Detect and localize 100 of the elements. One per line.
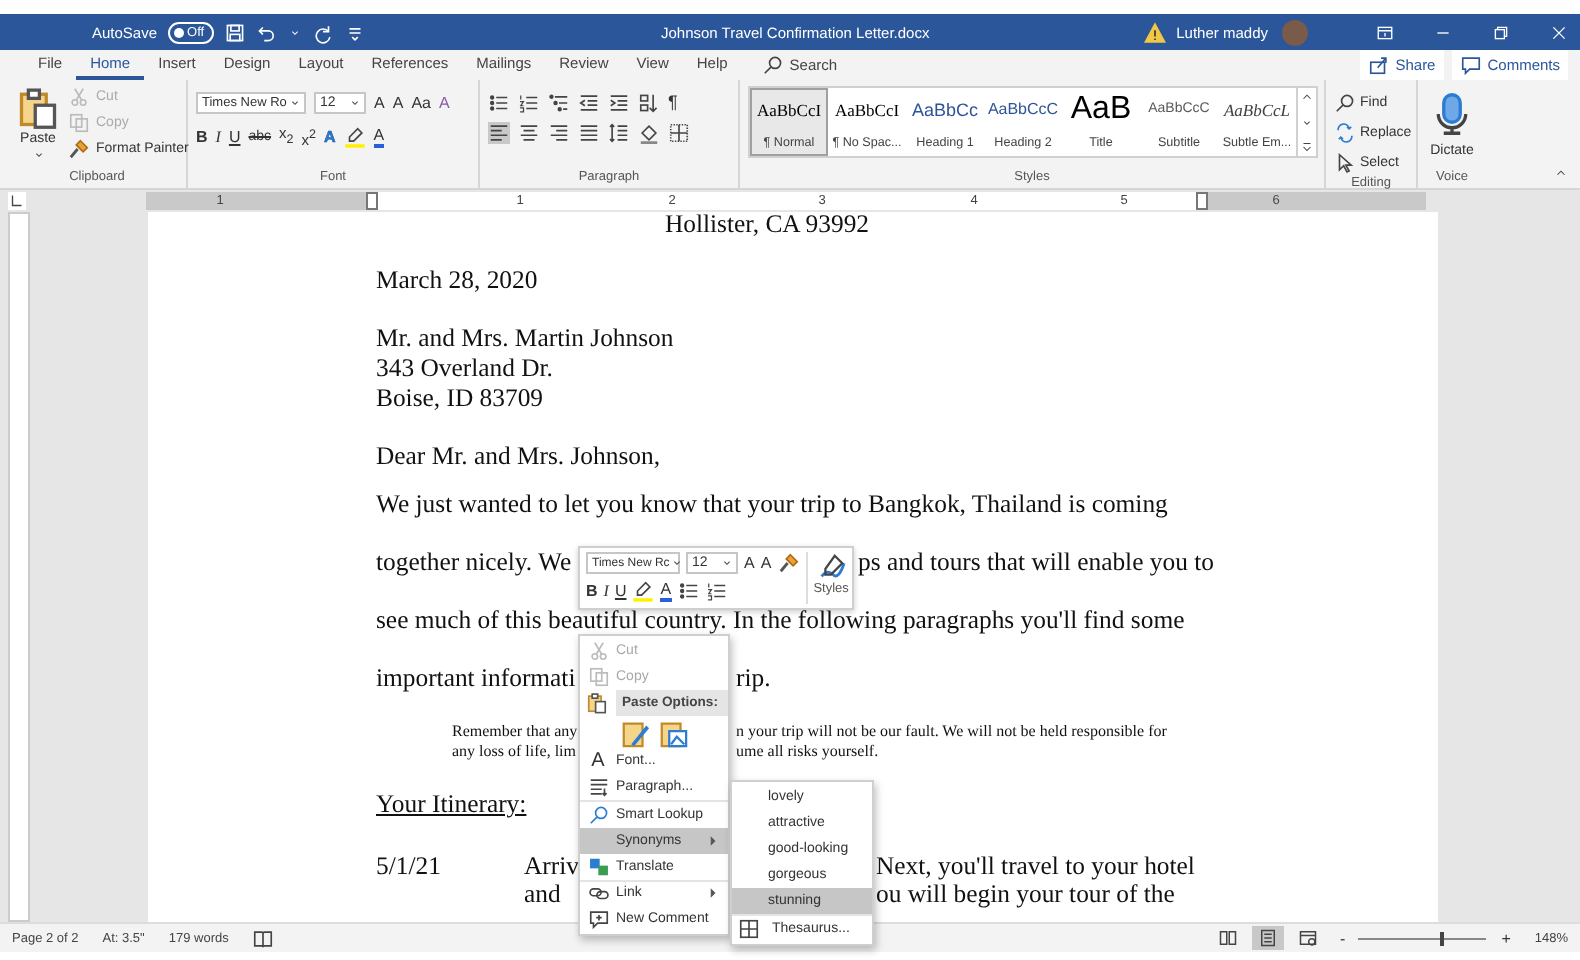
zoom-slider-thumb[interactable] <box>1440 931 1445 945</box>
increase-indent-icon[interactable] <box>608 92 630 114</box>
quote-text-line: any loss of life, lim <box>452 743 576 761</box>
body-text-line: We just wanted to let you know that your trip to Bangkok, Thailand is coming <box>376 492 1168 521</box>
clipboard-icon <box>16 86 60 130</box>
more-icon[interactable] <box>1300 140 1314 154</box>
text-line: Mr. and Mrs. Martin Johnson <box>376 326 674 355</box>
caret-icon <box>31 148 45 162</box>
body-text-line: ps and tours that will enable you to <box>858 550 1214 579</box>
quote-text-line: Remember that any <box>452 723 578 741</box>
borders-icon[interactable] <box>668 122 690 144</box>
replace-icon <box>1334 122 1356 144</box>
restore-icon[interactable] <box>1492 23 1510 41</box>
align-center-icon[interactable] <box>518 122 540 144</box>
clear-formatting-button[interactable]: A <box>438 92 450 114</box>
itinerary-text: and <box>524 881 561 910</box>
numbered-list-icon[interactable] <box>518 92 540 114</box>
line-spacing-icon[interactable] <box>608 122 630 144</box>
caret-icon <box>720 556 734 570</box>
font-color-button[interactable]: A <box>373 125 385 148</box>
save-icon[interactable] <box>224 21 247 43</box>
collapse-ribbon-icon[interactable] <box>1554 166 1568 180</box>
justify-icon[interactable] <box>578 122 600 144</box>
highlighter-icon[interactable] <box>632 580 655 602</box>
underline-button[interactable]: U <box>228 125 241 148</box>
caret-icon <box>669 556 684 570</box>
page-icon[interactable] <box>1252 926 1285 950</box>
indent-marker[interactable] <box>1196 192 1208 210</box>
link-icon <box>587 882 609 905</box>
search-icon <box>1334 92 1356 114</box>
body-text-line: see much of this beautiful country. In the following paragraphs you'll find some <box>376 608 1185 637</box>
submenu-arrow-icon <box>706 886 720 901</box>
quote-text-line: n your trip will not be our fault. We will not be held responsible for <box>736 723 1167 741</box>
body-text-line: together nicely. We <box>376 550 572 579</box>
paint-bucket-icon[interactable] <box>638 122 660 144</box>
paintbrush-icon[interactable] <box>777 552 800 574</box>
itinerary-text: ou will begin your tour of the <box>876 881 1175 910</box>
font-color-button[interactable]: A <box>660 580 672 602</box>
comment-icon <box>1459 54 1482 76</box>
warning-icon[interactable] <box>1144 21 1167 43</box>
italic-button[interactable]: I <box>215 125 221 148</box>
close-icon[interactable] <box>1550 23 1568 41</box>
multilevel-list-icon[interactable] <box>548 92 570 114</box>
pilcrow-button[interactable]: ¶ <box>668 92 678 114</box>
align-right-icon[interactable] <box>548 122 570 144</box>
copy-icon <box>587 665 609 688</box>
section-heading: Your Itinerary: <box>376 791 527 820</box>
quote-text-line: ume all risks yourself. <box>736 743 879 761</box>
scroll-up-icon[interactable] <box>1300 90 1314 104</box>
body-text-line: important informati <box>376 666 576 695</box>
text-effects-button[interactable]: A <box>324 125 336 148</box>
search-icon <box>587 804 609 827</box>
grow-font-button[interactable]: A <box>744 552 755 574</box>
indent-marker[interactable] <box>366 192 378 210</box>
styles-icon <box>816 552 847 582</box>
scissors-icon <box>587 639 609 662</box>
ribbon-display-icon[interactable] <box>1376 23 1394 41</box>
itinerary-text: Next, you'll travel to your hotel <box>876 853 1195 882</box>
highlighter-icon[interactable] <box>343 125 366 148</box>
decrease-indent-icon[interactable] <box>578 92 600 114</box>
tab-selector-icon[interactable] <box>8 192 26 210</box>
paragraph-icon <box>587 776 609 799</box>
text-line: Boise, ID 83709 <box>376 386 544 415</box>
cursor-icon <box>1334 152 1356 174</box>
clipboard-icon <box>586 691 608 714</box>
undo-icon[interactable] <box>256 21 279 43</box>
numbered-list-icon[interactable] <box>705 580 728 602</box>
shrink-font-button[interactable]: A <box>392 92 404 114</box>
align-left-icon[interactable] <box>488 122 510 144</box>
itinerary-text: Arriv <box>524 853 579 882</box>
bold-button[interactable]: B <box>586 580 598 602</box>
text-line: Dear Mr. and Mrs. Johnson, <box>376 444 661 473</box>
translate-icon <box>587 855 609 878</box>
zoom-out-button[interactable]: - <box>1340 929 1346 947</box>
submenu-arrow-icon <box>706 833 720 848</box>
redo-icon[interactable] <box>312 21 335 43</box>
itinerary-text: 5/1/21 <box>376 853 441 882</box>
share-icon <box>1367 54 1390 76</box>
bullets-icon[interactable] <box>488 92 510 114</box>
paste-keep-formatting-icon[interactable] <box>620 717 650 748</box>
shrink-font-button[interactable]: A <box>760 552 772 574</box>
underline-button[interactable]: U <box>614 580 627 602</box>
proofing-icon[interactable] <box>252 927 275 949</box>
paste-picture-icon[interactable] <box>658 717 688 748</box>
zoom-in-button[interactable]: + <box>1501 929 1511 947</box>
text-line: 343 Overland Dr. <box>376 356 553 385</box>
thesaurus-icon <box>738 918 760 940</box>
bullets-icon[interactable] <box>677 580 700 602</box>
italic-button[interactable]: I <box>603 580 609 602</box>
change-case-button[interactable]: Aa <box>411 92 431 114</box>
text-line: March 28, 2020 <box>376 268 538 297</box>
grow-font-button[interactable]: A <box>374 92 385 114</box>
bold-button[interactable]: B <box>196 125 208 148</box>
body-text-line: rip. <box>736 666 771 695</box>
search-icon <box>761 54 784 76</box>
scissors-icon <box>68 86 90 108</box>
sort-icon[interactable] <box>638 92 660 114</box>
caret-icon <box>288 96 302 110</box>
paintbrush-icon <box>68 138 90 160</box>
font-icon: A <box>591 750 605 773</box>
